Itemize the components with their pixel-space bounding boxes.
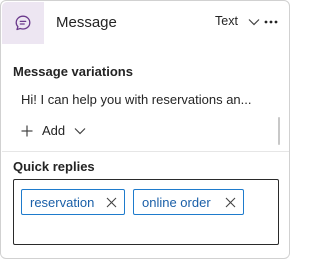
chip-label: online order [142, 194, 211, 210]
message-node-card: Message Text Message variations Hi! I ca… [0, 0, 290, 259]
quick-replies-heading: Quick replies [13, 159, 95, 174]
chip-label: reservation [30, 194, 95, 210]
chevron-down-icon [248, 18, 260, 25]
quick-reply-chip[interactable]: online order [133, 189, 244, 215]
message-icon-container [2, 2, 44, 44]
more-options-button[interactable] [263, 13, 279, 31]
scrollbar-thumb[interactable] [278, 117, 280, 145]
plus-icon [21, 125, 33, 136]
message-type-value: Text [215, 14, 238, 28]
node-title: Message [56, 14, 117, 31]
section-divider [2, 151, 289, 152]
quick-reply-chip[interactable]: reservation [21, 189, 125, 215]
add-variation-button[interactable]: Add [21, 123, 86, 138]
chevron-down-icon [74, 128, 86, 135]
close-icon[interactable] [106, 197, 117, 208]
message-variation-text[interactable]: Hi! I can help you with reservations an.… [21, 92, 261, 107]
chat-message-icon [15, 15, 31, 31]
quick-replies-input[interactable]: reservation online order [13, 179, 279, 245]
add-label: Add [42, 123, 66, 138]
more-horizontal-icon [264, 20, 278, 24]
close-icon[interactable] [225, 197, 236, 208]
node-header: Message Text [1, 1, 289, 46]
message-type-dropdown[interactable]: Text [215, 14, 260, 28]
message-variations-heading: Message variations [13, 64, 133, 79]
